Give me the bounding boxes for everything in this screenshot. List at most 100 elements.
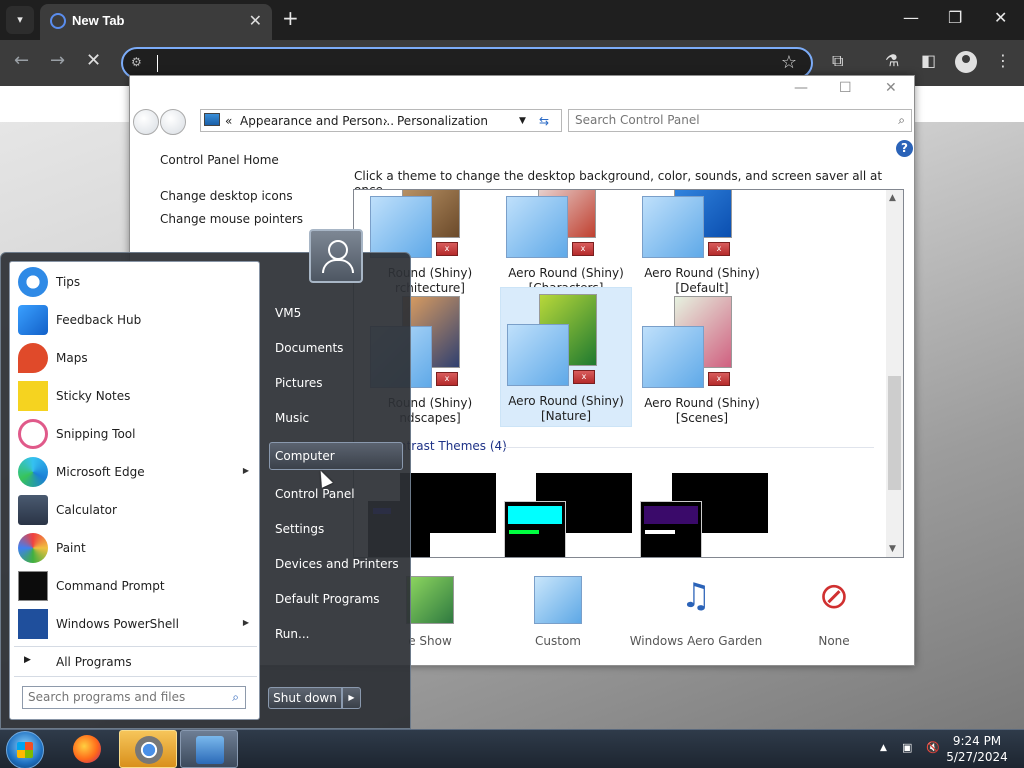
cp-close-icon[interactable]: ✕ <box>885 80 897 96</box>
cp-minimize-icon[interactable]: — <box>794 80 808 96</box>
taskbar-firefox[interactable] <box>58 730 116 768</box>
back-arrow-icon[interactable]: ← <box>14 50 29 71</box>
hc-front-preview <box>504 501 566 557</box>
start-app-feedback-hub[interactable]: Feedback Hub <box>14 302 257 338</box>
tab-search-dropdown[interactable]: ▾ <box>6 6 34 34</box>
start-search-icon[interactable]: ⌕ <box>232 690 239 705</box>
extensions-icon[interactable]: ⧉ <box>832 51 843 71</box>
start-search-input[interactable] <box>28 690 218 704</box>
start-search-box[interactable]: ⌕ <box>22 686 246 709</box>
forward-arrow-icon[interactable]: → <box>50 50 65 71</box>
stop-loading-icon[interactable]: ✕ <box>86 50 101 71</box>
start-app-microsoft-edge[interactable]: Microsoft Edge ▶ <box>14 454 257 490</box>
maps-icon <box>18 343 48 373</box>
start-place-devices-and-printers[interactable]: Devices and Printers <box>275 557 399 571</box>
scroll-down-icon[interactable]: ▼ <box>889 544 896 554</box>
start-app-calculator[interactable]: Calculator <box>14 492 257 528</box>
cp-back-button[interactable] <box>133 109 159 135</box>
custom-color-label: Custom <box>535 634 581 648</box>
theme-name: Aero Round (Shiny) <box>644 396 760 410</box>
start-place-computer-highlighted[interactable]: Computer <box>269 442 403 470</box>
theme-item-selected[interactable]: x Aero Round (Shiny) [Nature] <box>500 287 632 427</box>
minimize-icon[interactable]: — <box>903 8 919 27</box>
start-app-command-prompt[interactable]: Command Prompt <box>14 568 257 604</box>
new-tab-button[interactable]: + <box>282 6 299 30</box>
control-panel-home-link[interactable]: Control Panel Home <box>160 153 279 167</box>
cp-forward-button[interactable] <box>160 109 186 135</box>
start-app-maps[interactable]: Maps <box>14 340 257 376</box>
start-place-user-folder[interactable]: VM5 <box>275 306 301 320</box>
refresh-icon[interactable]: ⇆ <box>539 114 549 128</box>
start-place-pictures[interactable]: Pictures <box>275 376 323 390</box>
sounds-option[interactable]: ♫ Windows Aero Garden <box>626 576 766 648</box>
address-dropdown-icon[interactable]: ▼ <box>519 116 526 126</box>
start-place-documents[interactable]: Documents <box>275 341 343 355</box>
start-place-control-panel[interactable]: Control Panel <box>275 487 355 501</box>
start-place-settings[interactable]: Settings <box>275 522 324 536</box>
start-app-sticky-notes[interactable]: Sticky Notes <box>14 378 257 414</box>
submenu-arrow-icon[interactable]: ▶ <box>243 618 249 627</box>
user-account-picture[interactable] <box>309 229 363 283</box>
theme-close-preview-icon: x <box>708 372 730 386</box>
theme-item[interactable]: x Aero Round (Shiny) [Scenes] <box>636 290 768 430</box>
start-app-windows-powershell[interactable]: Windows PowerShell ▶ <box>14 606 257 642</box>
network-icon[interactable]: ▣ <box>902 741 912 754</box>
all-programs-button[interactable]: ▶ All Programs <box>14 650 257 674</box>
profile-avatar-icon[interactable] <box>955 51 977 73</box>
start-app-snipping-tool[interactable]: Snipping Tool <box>14 416 257 452</box>
start-place-run[interactable]: Run... <box>275 627 309 641</box>
window-close-icon[interactable]: ✕ <box>994 8 1007 27</box>
theme-item[interactable]: x Aero Round (Shiny) [Default] <box>636 190 768 300</box>
shut-down-button[interactable]: Shut down <box>268 687 342 709</box>
bookmark-star-icon[interactable]: ☆ <box>781 52 797 73</box>
cp-search-input[interactable] <box>575 113 875 127</box>
theme-list-scrollbar[interactable]: ▲ ▼ <box>886 190 903 557</box>
scroll-up-icon[interactable]: ▲ <box>889 193 896 203</box>
tab-title: New Tab <box>72 13 125 28</box>
site-info-icon[interactable]: ⚙ <box>131 55 142 69</box>
side-panel-icon[interactable]: ◧ <box>921 51 936 70</box>
taskbar-chrome[interactable] <box>119 730 177 768</box>
all-programs-label: All Programs <box>56 655 132 669</box>
start-app-paint[interactable]: Paint <box>14 530 257 566</box>
start-app-tips[interactable]: Tips <box>14 264 257 300</box>
start-place-music[interactable]: Music <box>275 411 309 425</box>
breadcrumb-parent[interactable]: Appearance and Person... <box>240 114 394 128</box>
change-mouse-pointers-link[interactable]: Change mouse pointers <box>160 212 303 226</box>
search-icon[interactable]: ⌕ <box>898 113 905 128</box>
taskbar-clock[interactable]: 9:24 PM 5/27/2024 <box>944 733 1010 765</box>
help-icon[interactable]: ? <box>896 140 913 157</box>
labs-flask-icon[interactable]: ⚗ <box>885 51 899 70</box>
show-hidden-icons-icon[interactable]: ▲ <box>880 743 887 753</box>
window-titlebar[interactable]: — ☐ ✕ <box>130 76 914 106</box>
browser-tab-new-tab[interactable]: New Tab ✕ <box>40 4 272 40</box>
window-color-option[interactable]: Custom <box>488 576 628 648</box>
high-contrast-theme-preview[interactable] <box>504 473 632 557</box>
change-desktop-icons-link[interactable]: Change desktop icons <box>160 189 293 203</box>
screen-saver-option[interactable]: ⊘ None <box>764 576 904 648</box>
volume-muted-icon[interactable]: 🔇 <box>926 741 940 754</box>
cp-address-bar[interactable]: « Appearance and Person... › Personaliza… <box>200 109 562 132</box>
theme-item[interactable]: x Aero Round (Shiny)[Characters] <box>500 190 632 300</box>
app-label: Feedback Hub <box>56 313 142 327</box>
taskbar-control-panel[interactable] <box>180 730 238 768</box>
tab-close-icon[interactable]: ✕ <box>249 11 262 30</box>
high-contrast-group-header[interactable]: ntrast Themes (4) <box>399 439 507 453</box>
taskbar: ▲ ▣ 🔇 9:24 PM 5/27/2024 <box>0 729 1024 768</box>
restore-icon[interactable]: ❐ <box>948 8 962 27</box>
shut-down-options-icon[interactable]: ▶ <box>342 687 361 709</box>
cp-search-box[interactable]: ⌕ <box>568 109 912 132</box>
breadcrumb-current[interactable]: Personalization <box>397 114 488 128</box>
submenu-arrow-icon[interactable]: ▶ <box>243 466 249 475</box>
high-contrast-theme-preview[interactable] <box>640 473 768 557</box>
theme-name: Aero Round (Shiny) <box>508 394 624 408</box>
breadcrumb-prefix[interactable]: « <box>225 114 232 128</box>
start-place-default-programs[interactable]: Default Programs <box>275 592 380 606</box>
theme-list[interactable]: x Round (Shiny) rchitecture] x Aero Round… <box>353 189 904 558</box>
text-caret <box>157 55 158 72</box>
scroll-thumb[interactable] <box>888 376 901 490</box>
cp-maximize-icon[interactable]: ☐ <box>839 80 852 96</box>
theme-close-preview-icon: x <box>436 242 458 256</box>
start-orb-icon[interactable] <box>6 731 44 768</box>
browser-menu-icon[interactable]: ⋮ <box>995 51 1011 70</box>
